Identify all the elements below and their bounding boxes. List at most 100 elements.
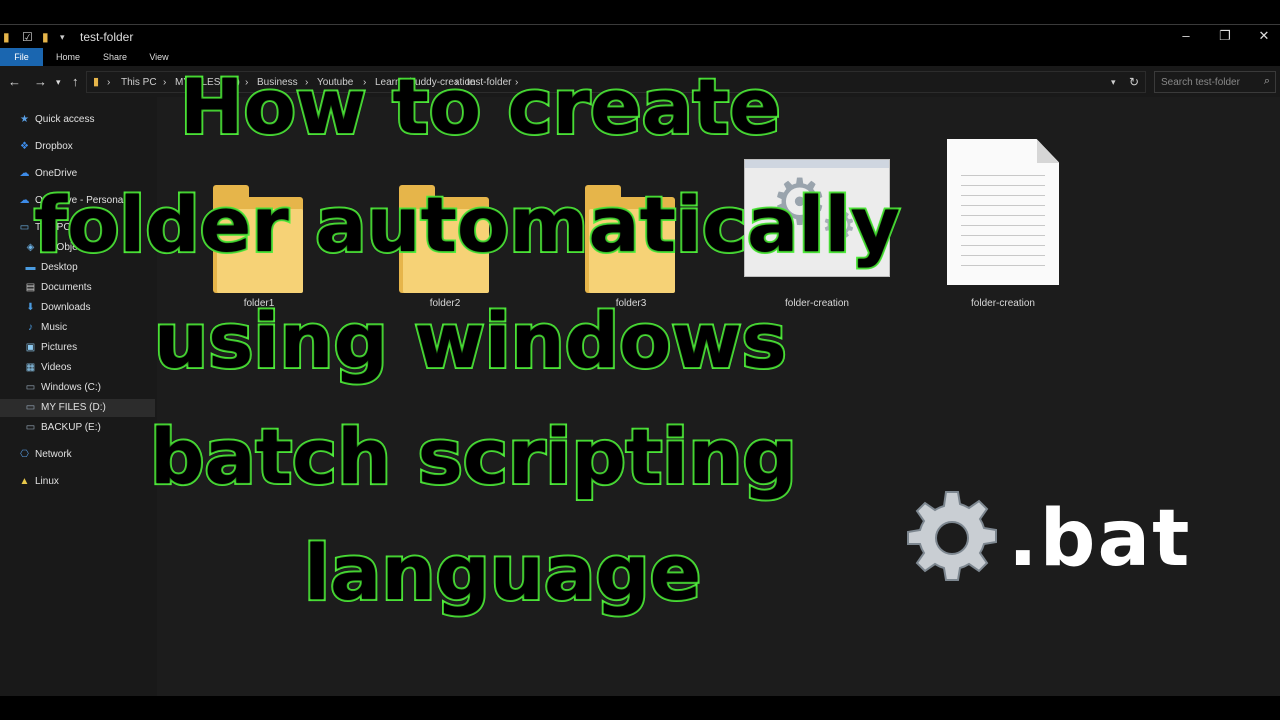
folder-icon[interactable] bbox=[585, 183, 677, 293]
breadcrumb-separator: › bbox=[515, 77, 519, 88]
title-bar: ▮ ☑ ▮ ▾ test-folder – ❐ ✕ bbox=[0, 25, 1280, 48]
sidebar-item-windows-c[interactable]: ▭ Windows (C:) bbox=[0, 379, 155, 397]
breadcrumb-separator: › bbox=[107, 77, 111, 88]
download-icon: ⬇ bbox=[26, 302, 35, 313]
up-icon[interactable]: ↑ bbox=[72, 74, 79, 89]
video-icon: ▦ bbox=[25, 362, 36, 373]
tab-home[interactable]: Home bbox=[50, 48, 86, 66]
customize-toolbar-icon[interactable]: ▾ bbox=[60, 32, 65, 43]
sidebar-item-onedrive[interactable]: ☁ OneDrive bbox=[0, 165, 155, 183]
sidebar-item-label: BACKUP (E:) bbox=[41, 422, 101, 433]
navigation-pane: ★ Quick access ❖ Dropbox ☁ OneDrive ☁ OneDri… bbox=[0, 97, 155, 697]
window-title: test-folder bbox=[80, 30, 134, 44]
breadcrumb-learnerbuddy[interactable]: Learnerbuddy-creation bbox=[375, 77, 476, 88]
drive-icon: ▭ bbox=[25, 422, 36, 433]
sidebar-item-label: Linux bbox=[35, 476, 59, 487]
sidebar-item-linux[interactable]: ▲ Linux bbox=[0, 473, 155, 491]
folder-icon[interactable] bbox=[213, 183, 305, 293]
file-name-label[interactable]: folder1 bbox=[189, 298, 329, 309]
sidebar-item-label: 3D Objects bbox=[41, 242, 91, 253]
picture-icon: ▣ bbox=[25, 342, 36, 353]
text-document-icon[interactable] bbox=[947, 139, 1059, 285]
breadcrumb-separator: › bbox=[163, 77, 167, 88]
document-icon: ▤ bbox=[25, 282, 36, 293]
file-name-label[interactable]: folder-creation bbox=[933, 298, 1073, 309]
batch-file-icon[interactable]: ⚙ ⚙ bbox=[744, 159, 890, 277]
recent-locations-icon[interactable]: ▾ bbox=[56, 77, 61, 88]
sidebar-item-label: OneDrive - Personal bbox=[35, 195, 126, 206]
gear-icon: ⚙ bbox=[821, 204, 857, 248]
file-name-label[interactable]: folder2 bbox=[375, 298, 515, 309]
sidebar-item-label: MY FILES (D:) bbox=[41, 402, 106, 413]
breadcrumb-separator: › bbox=[245, 77, 249, 88]
bottom-letterbox bbox=[0, 696, 1280, 720]
file-name-label[interactable]: folder3 bbox=[561, 298, 701, 309]
breadcrumb-business[interactable]: Business bbox=[257, 77, 298, 88]
computer-icon: ▭ bbox=[19, 222, 30, 233]
tab-share[interactable]: Share bbox=[96, 48, 134, 66]
sidebar-item-label: Windows (C:) bbox=[41, 382, 102, 393]
file-explorer-window: ▮ ☑ ▮ ▾ test-folder – ❐ ✕ File Home Shar… bbox=[0, 24, 1280, 697]
minimize-icon[interactable]: – bbox=[1172, 27, 1200, 45]
refresh-icon[interactable]: ↻ bbox=[1129, 75, 1139, 89]
breadcrumb-test-folder[interactable]: test-folder bbox=[467, 77, 511, 88]
network-icon: ⎔ bbox=[20, 449, 29, 460]
ribbon-tabs: File Home Share View bbox=[0, 48, 1280, 66]
breadcrumb-separator: › bbox=[363, 77, 367, 88]
address-row: ← → ▾ ↑ ▮ › This PC › MY FILES (D:) › Bu… bbox=[0, 69, 1280, 95]
sidebar-item-label: Downloads bbox=[41, 302, 91, 313]
gear-icon: ⚙ bbox=[771, 166, 829, 238]
cloud-icon: ☁ bbox=[19, 195, 30, 206]
sidebar-item-this-pc[interactable]: ▭ This PC bbox=[0, 219, 155, 237]
music-icon: ♪ bbox=[28, 322, 33, 333]
sidebar-item-network[interactable]: ⎔ Network bbox=[0, 446, 155, 464]
address-bar[interactable]: ▮ › This PC › MY FILES (D:) › Business ›… bbox=[86, 71, 1146, 93]
breadcrumb-separator: › bbox=[305, 77, 309, 88]
file-name-label[interactable]: folder-creation bbox=[747, 298, 887, 309]
sidebar-item-downloads[interactable]: ⬇ Downloads bbox=[0, 299, 155, 317]
cube-icon: ◈ bbox=[26, 242, 35, 253]
sidebar-item-backup-e[interactable]: ▭ BACKUP (E:) bbox=[0, 419, 155, 437]
sidebar-item-my-files-d[interactable]: ▭ MY FILES (D:) bbox=[0, 399, 155, 417]
sidebar-item-label: Documents bbox=[41, 282, 92, 293]
sidebar-item-pictures[interactable]: ▣ Pictures bbox=[0, 339, 155, 357]
sidebar-item-videos[interactable]: ▦ Videos bbox=[0, 359, 155, 377]
cloud-icon: ☁ bbox=[19, 168, 30, 179]
sidebar-item-label: Pictures bbox=[41, 342, 78, 353]
sidebar-item-label: Music bbox=[41, 322, 68, 333]
breadcrumb-separator: › bbox=[455, 77, 459, 88]
tab-file[interactable]: File bbox=[0, 48, 43, 66]
sidebar-item-label: OneDrive bbox=[35, 168, 78, 179]
breadcrumb-youtube[interactable]: Youtube bbox=[317, 77, 353, 88]
drive-icon: ▭ bbox=[25, 402, 36, 413]
breadcrumb-this-pc[interactable]: This PC bbox=[121, 77, 157, 88]
file-list-view: folder1 folder2 folder3 ⚙ ⚙ folder-creat… bbox=[157, 97, 1280, 697]
sidebar-item-label: Videos bbox=[41, 362, 72, 373]
search-icon: ⌕ bbox=[1263, 75, 1270, 87]
sidebar-item-3d-objects[interactable]: ◈ 3D Objects bbox=[0, 239, 155, 257]
search-input[interactable]: Search test-folder ⌕ bbox=[1154, 71, 1276, 93]
new-folder-icon[interactable]: ▮ bbox=[42, 30, 49, 44]
sidebar-item-onedrive-personal[interactable]: ☁ OneDrive - Personal bbox=[0, 192, 155, 210]
sidebar-item-music[interactable]: ♪ Music bbox=[0, 319, 155, 337]
linux-icon: ▲ bbox=[19, 476, 30, 487]
properties-icon[interactable]: ☑ bbox=[22, 30, 33, 44]
sidebar-item-documents[interactable]: ▤ Documents bbox=[0, 279, 155, 297]
sidebar-item-dropbox[interactable]: ❖ Dropbox bbox=[0, 138, 155, 156]
sidebar-item-label: Quick access bbox=[35, 114, 95, 125]
maximize-icon[interactable]: ❐ bbox=[1211, 27, 1239, 45]
forward-icon[interactable]: → bbox=[34, 74, 47, 89]
close-icon[interactable]: ✕ bbox=[1250, 27, 1278, 45]
sidebar-item-desktop[interactable]: ▬ Desktop bbox=[0, 259, 155, 277]
folder-icon: ▮ bbox=[93, 76, 100, 88]
sidebar-item-label: This PC bbox=[35, 222, 71, 233]
sidebar-item-label: Dropbox bbox=[35, 141, 73, 152]
sidebar-item-quick-access[interactable]: ★ Quick access bbox=[0, 111, 155, 129]
tab-view[interactable]: View bbox=[142, 48, 176, 66]
breadcrumb-my-files[interactable]: MY FILES (D:) bbox=[175, 77, 240, 88]
search-placeholder: Search test-folder bbox=[1161, 77, 1240, 88]
drive-icon: ▭ bbox=[25, 382, 36, 393]
address-dropdown-icon[interactable]: ▾ bbox=[1111, 77, 1116, 88]
folder-icon[interactable] bbox=[399, 183, 491, 293]
back-icon[interactable]: ← bbox=[8, 74, 21, 89]
